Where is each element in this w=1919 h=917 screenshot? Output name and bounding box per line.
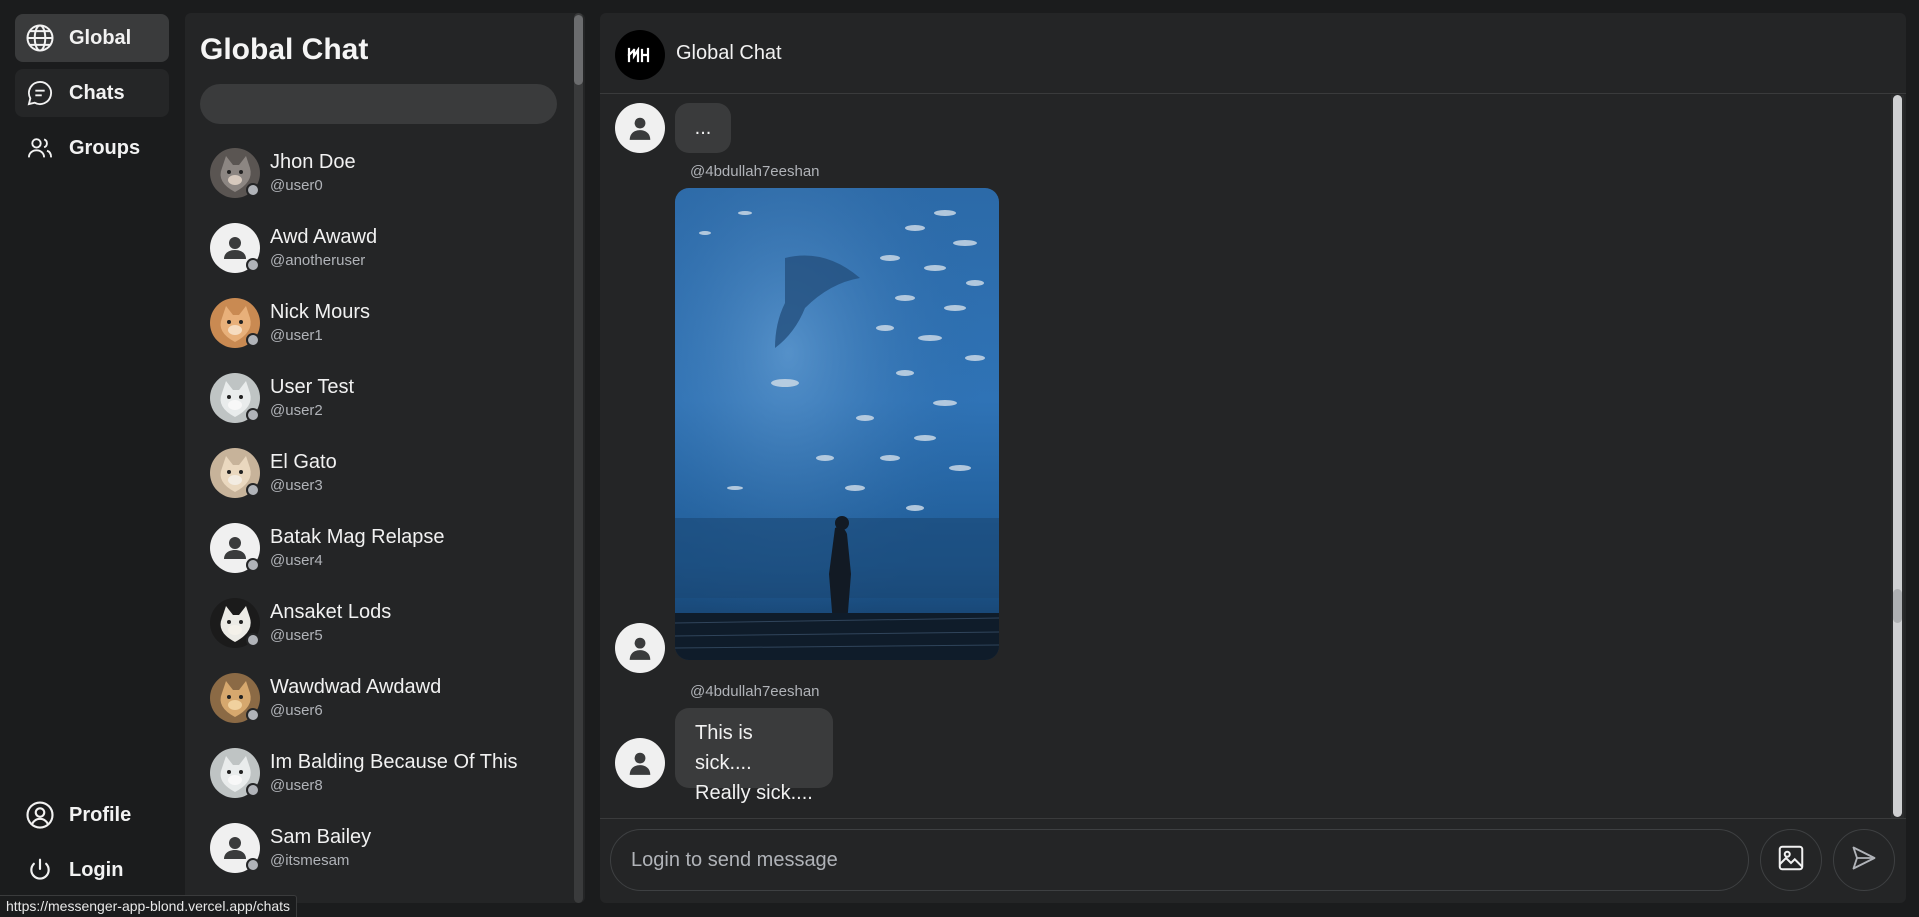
nav-item-groups[interactable]: Groups bbox=[15, 124, 169, 172]
avatar[interactable] bbox=[615, 103, 665, 153]
status-dot-icon bbox=[246, 183, 260, 197]
user-name: Im Balding Because Of This bbox=[270, 751, 518, 773]
message-composer bbox=[600, 818, 1906, 903]
status-dot-icon bbox=[246, 333, 260, 347]
nav-item-label: Profile bbox=[69, 803, 132, 826]
user-name: User Test bbox=[270, 376, 355, 398]
message-input[interactable] bbox=[610, 829, 1749, 891]
avatar bbox=[210, 748, 260, 798]
image-icon bbox=[1776, 843, 1806, 878]
nav-item-label: Groups bbox=[69, 136, 141, 159]
user-handle: @user5 bbox=[270, 627, 323, 644]
status-bar-url: https://messenger-app-blond.vercel.app/c… bbox=[0, 895, 298, 917]
avatar bbox=[210, 523, 260, 573]
message-sender: @4bdullah7eeshan bbox=[690, 163, 820, 180]
nav-item-label: Global bbox=[69, 26, 132, 49]
chat-panel: Global Chat ... @4bdullah7eeshan @4bdull… bbox=[600, 13, 1906, 903]
user-handle: @anotheruser bbox=[270, 252, 366, 269]
status-dot-icon bbox=[246, 708, 260, 722]
user-name: Awd Awawd bbox=[270, 226, 378, 248]
search-input[interactable] bbox=[200, 84, 557, 124]
user-name: Ansaket Lods bbox=[270, 601, 392, 623]
chat-scrollbar[interactable] bbox=[1893, 95, 1902, 817]
messenger-app: Global Chats Groups Profile Login Global… bbox=[0, 0, 1919, 917]
message-text: This is sick.... bbox=[695, 722, 753, 774]
send-button[interactable] bbox=[1833, 829, 1895, 891]
status-dot-icon bbox=[246, 408, 260, 422]
avatar bbox=[210, 598, 260, 648]
message-bubble: ... bbox=[675, 103, 731, 153]
message-sender: @4bdullah7eeshan bbox=[690, 683, 820, 700]
message-text: ... bbox=[694, 116, 712, 139]
users-icon bbox=[25, 133, 55, 163]
user-name: Batak Mag Relapse bbox=[270, 526, 445, 548]
user-list-item[interactable]: Im Balding Because Of This @user8 bbox=[200, 748, 560, 823]
status-dot-icon bbox=[246, 558, 260, 572]
avatar bbox=[210, 148, 260, 198]
user-name: Wawdwad Awdawd bbox=[270, 676, 442, 698]
user-list-item[interactable]: Jhon Doe @user0 bbox=[200, 148, 560, 223]
user-circle-icon bbox=[25, 800, 55, 830]
user-handle: @itsmesam bbox=[270, 852, 350, 869]
user-list-item[interactable]: Wawdwad Awdawd @user6 bbox=[200, 673, 560, 748]
sidebar-title: Global Chat bbox=[200, 33, 369, 66]
users-sidebar: Global Chat Jhon Doe @user0 Awd Awawd @anot… bbox=[185, 13, 585, 903]
avatar bbox=[210, 673, 260, 723]
user-list-item[interactable]: Ansaket Lods @user5 bbox=[200, 598, 560, 673]
user-list-item[interactable]: Nick Mours @user1 bbox=[200, 298, 560, 373]
user-list-item[interactable]: User Test @user2 bbox=[200, 373, 560, 448]
user-list-item[interactable]: Sam Bailey @itsmesam bbox=[200, 823, 560, 898]
status-dot-icon bbox=[246, 858, 260, 872]
chat-title: Global Chat bbox=[676, 42, 782, 64]
user-list-item[interactable]: El Gato @user3 bbox=[200, 448, 560, 523]
message-image[interactable] bbox=[675, 188, 999, 660]
user-name: El Gato bbox=[270, 451, 337, 473]
status-dot-icon bbox=[246, 633, 260, 647]
user-name: Sam Bailey bbox=[270, 826, 372, 848]
send-icon bbox=[1850, 844, 1878, 877]
user-handle: @user6 bbox=[270, 702, 323, 719]
user-name: Nick Mours bbox=[270, 301, 371, 323]
user-handle: @user2 bbox=[270, 402, 323, 419]
nav-item-label: Chats bbox=[69, 81, 125, 104]
nav-item-profile[interactable]: Profile bbox=[15, 791, 169, 839]
chat-scrollbar-thumb[interactable] bbox=[1893, 589, 1902, 623]
avatar bbox=[210, 223, 260, 273]
avatar bbox=[210, 823, 260, 873]
message-bubble: This is sick.... Really sick.... bbox=[675, 708, 833, 804]
sidebar-scrollbar-thumb[interactable] bbox=[574, 15, 583, 85]
chat-header: Global Chat bbox=[600, 13, 1906, 94]
nav-item-global[interactable]: Global bbox=[15, 14, 169, 62]
power-icon bbox=[25, 855, 55, 885]
user-list-item[interactable]: Batak Mag Relapse @user4 bbox=[200, 523, 560, 598]
sidebar-scrollbar[interactable] bbox=[574, 13, 583, 903]
user-handle: @user0 bbox=[270, 177, 323, 194]
status-dot-icon bbox=[246, 483, 260, 497]
user-list-item[interactable]: Awd Awawd @anotheruser bbox=[200, 223, 560, 298]
attach-image-button[interactable] bbox=[1760, 829, 1822, 891]
nav-item-label: Login bbox=[69, 858, 124, 881]
status-dot-icon bbox=[246, 783, 260, 797]
user-handle: @user4 bbox=[270, 552, 323, 569]
left-nav: Global Chats Groups Profile Login bbox=[0, 0, 180, 917]
avatar[interactable] bbox=[615, 623, 665, 673]
chat-bubble-icon bbox=[25, 78, 55, 108]
user-handle: @user3 bbox=[270, 477, 323, 494]
message-text: Really sick.... bbox=[695, 782, 813, 804]
avatar bbox=[210, 298, 260, 348]
chat-logo-icon bbox=[615, 30, 665, 80]
user-list: Jhon Doe @user0 Awd Awawd @anotheruser Nick … bbox=[200, 148, 560, 898]
globe-icon bbox=[25, 23, 55, 53]
nav-item-chats[interactable]: Chats bbox=[15, 69, 169, 117]
avatar bbox=[210, 448, 260, 498]
status-dot-icon bbox=[246, 258, 260, 272]
user-handle: @user1 bbox=[270, 327, 323, 344]
nav-item-login[interactable]: Login bbox=[15, 846, 169, 894]
user-name: Jhon Doe bbox=[270, 151, 356, 173]
avatar bbox=[210, 373, 260, 423]
user-handle: @user8 bbox=[270, 777, 323, 794]
avatar[interactable] bbox=[615, 738, 665, 788]
